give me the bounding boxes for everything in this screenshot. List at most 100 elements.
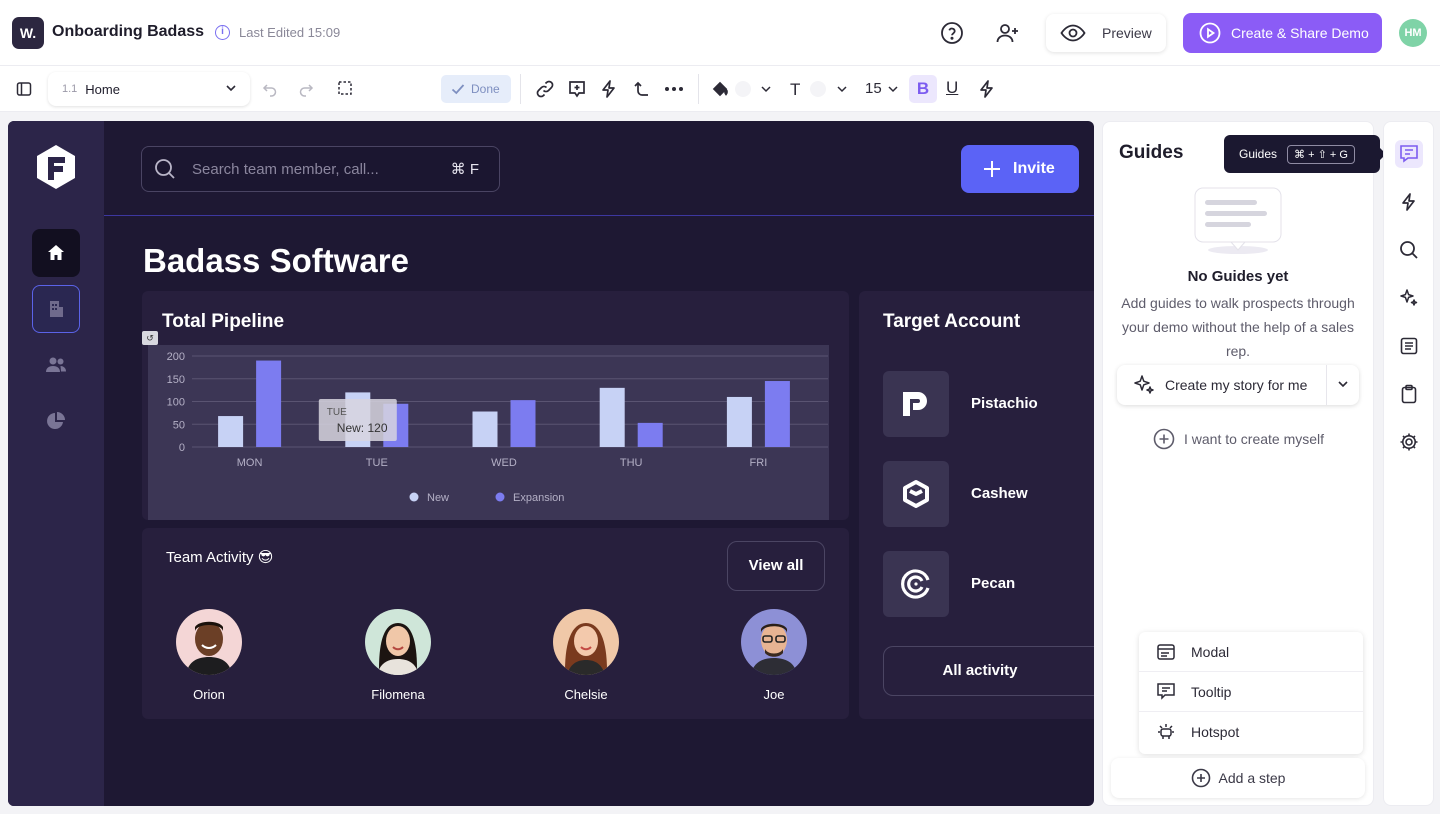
add-step-label: Add a step (1218, 770, 1286, 786)
sidebar-item-reports[interactable] (32, 397, 80, 445)
add-user-icon[interactable] (994, 19, 1022, 47)
undo-icon[interactable] (258, 77, 282, 101)
help-icon[interactable] (938, 19, 966, 47)
chart-tooltip-value: New: 120 (337, 421, 388, 435)
avatar (365, 609, 431, 675)
lightning-icon[interactable] (597, 77, 621, 101)
account-row[interactable]: Pecan (883, 551, 1094, 617)
toolbar-divider (520, 74, 521, 104)
right-tool-rail (1383, 121, 1434, 806)
team-member[interactable]: Chelsie (536, 609, 636, 702)
home-icon (48, 245, 64, 260)
users-icon (46, 357, 66, 372)
clipboard-tab[interactable] (1395, 380, 1423, 408)
legend-marker (495, 492, 505, 502)
header-divider (104, 215, 1094, 216)
preview-button[interactable]: Preview (1046, 14, 1166, 52)
search-tab[interactable] (1395, 236, 1423, 264)
fill-color-swatch[interactable] (735, 81, 751, 97)
document-title[interactable]: Onboarding Badass (52, 23, 204, 41)
info-icon[interactable]: i (215, 25, 230, 40)
tooltip-icon (1157, 683, 1175, 700)
top-header: W. Onboarding Badass i Last Edited 15:09… (0, 0, 1440, 66)
pipeline-title: Total Pipeline (162, 311, 285, 332)
create-story-button[interactable]: Create my story for me (1117, 365, 1359, 405)
more-options-icon[interactable] (662, 77, 686, 101)
empty-guides-description: Add guides to walk prospects through you… (1121, 295, 1355, 359)
step-back-icon[interactable] (629, 77, 653, 101)
search-placeholder: Search team member, call... (192, 160, 379, 178)
fill-color-icon[interactable] (708, 77, 732, 101)
step-type-tooltip[interactable]: Tooltip (1139, 672, 1363, 712)
chevron-down-icon[interactable] (1336, 377, 1350, 391)
invite-label: Invite (1013, 160, 1055, 177)
app-sidebar (8, 121, 104, 806)
done-button[interactable]: Done (441, 75, 511, 103)
sidebar-item-team[interactable] (32, 341, 80, 389)
empty-guides-title: No Guides yet (1187, 268, 1289, 285)
account-row[interactable]: Cashew (883, 461, 1094, 527)
guides-tooltip: Guides ⌘ + ⇧ + G (1224, 135, 1386, 173)
create-share-demo-button[interactable]: Create & Share Demo (1183, 13, 1382, 53)
font-size-select[interactable]: 15 (865, 80, 882, 97)
chevron-down-icon[interactable] (881, 77, 905, 101)
bar-new-thu (599, 387, 625, 447)
sidebar-toggle-icon[interactable] (12, 77, 36, 101)
create-myself-label: I want to create myself (1184, 431, 1325, 447)
redo-icon[interactable] (294, 77, 318, 101)
legend-label: New (427, 492, 449, 504)
plus-circle-icon (1191, 768, 1210, 788)
page-select[interactable]: 1.1 Home (48, 72, 250, 106)
ai-tab[interactable] (1395, 284, 1423, 312)
guides-tab[interactable] (1395, 140, 1423, 168)
modal-icon (1157, 643, 1175, 660)
chart-reset-icon[interactable]: ↺ (142, 331, 158, 345)
lightning-icon (1402, 193, 1415, 211)
text-style-button[interactable]: T (790, 80, 800, 100)
add-comment-icon[interactable] (565, 77, 589, 101)
team-member[interactable]: Joe (724, 609, 824, 702)
add-step-button[interactable]: Add a step (1111, 758, 1365, 798)
workspace-logo[interactable]: W. (12, 17, 44, 49)
team-activity-title: Team Activity 😎 (166, 549, 274, 566)
step-type-modal[interactable]: Modal (1139, 632, 1363, 672)
all-activity-button[interactable]: All activity (883, 646, 1094, 696)
step-type-label: Hotspot (1191, 724, 1240, 740)
bold-button[interactable]: B (909, 75, 937, 103)
account-name: Cashew (971, 485, 1028, 502)
page-number: 1.1 (62, 83, 78, 95)
step-type-hotspot[interactable]: Hotspot (1139, 712, 1363, 752)
y-tick-label: 200 (167, 351, 185, 363)
y-tick-label: 0 (179, 442, 185, 454)
user-avatar[interactable]: HM (1399, 19, 1427, 47)
team-member[interactable]: Orion (159, 609, 259, 702)
notes-tab[interactable] (1395, 332, 1423, 360)
team-member[interactable]: Filomena (348, 609, 448, 702)
view-all-button[interactable]: View all (727, 541, 825, 591)
link-icon[interactable] (533, 77, 557, 101)
preview-label: Preview (1102, 25, 1152, 41)
sparkle-icon (1134, 375, 1154, 394)
sidebar-item-company[interactable] (32, 285, 80, 333)
create-myself-button[interactable]: I want to create myself (1153, 428, 1324, 450)
settings-tab[interactable] (1395, 428, 1423, 456)
pie-chart-icon (47, 412, 65, 429)
search-shortcut: ⌘ F (450, 161, 479, 178)
team-search-input[interactable]: Search team member, call... ⌘ F (141, 146, 500, 192)
toolbar-divider (698, 74, 699, 104)
chevron-down-icon[interactable] (830, 77, 854, 101)
pipeline-chart: 0 50 100 150 200 MON TUE WED THU FRI TUE New: 120 Ne… (148, 345, 829, 520)
avatar (741, 609, 807, 675)
underline-button[interactable]: U (946, 78, 958, 98)
demo-canvas[interactable]: Search team member, call... ⌘ F Invite B… (8, 121, 1094, 806)
lightning-icon[interactable] (975, 77, 999, 101)
invite-button[interactable]: Invite (961, 145, 1079, 193)
bar-expansion-wed (510, 400, 536, 447)
text-color-swatch[interactable] (810, 81, 826, 97)
select-area-icon[interactable] (334, 77, 358, 101)
account-row[interactable]: Pistachio (883, 371, 1094, 437)
pistachio-logo-icon (883, 371, 949, 437)
sidebar-item-home[interactable] (32, 229, 80, 277)
interactions-tab[interactable] (1395, 188, 1423, 216)
chevron-down-icon[interactable] (754, 77, 778, 101)
